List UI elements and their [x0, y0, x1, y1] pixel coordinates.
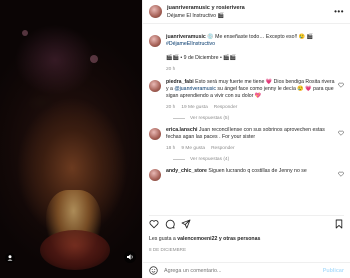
hashtag-link[interactable]: #DéjameElInstructivo [166, 41, 215, 47]
speaker-icon[interactable] [124, 251, 136, 263]
reel-video[interactable] [0, 0, 142, 278]
comment-username[interactable]: andy_chic_store [166, 168, 207, 174]
likes-summary: Les gusta a valencemoeni22 y otras perso… [149, 236, 260, 242]
bookmark-icon[interactable] [334, 219, 344, 229]
heart-icon[interactable] [338, 171, 344, 177]
divider [173, 159, 185, 160]
list-item: piedra_fabi Esto será muy fuerte me tien… [149, 79, 344, 111]
audio-subtitle[interactable]: Déjame El Instructivo 🎬 [167, 12, 245, 20]
post-button[interactable]: Publicar [323, 268, 344, 274]
caption-text: 💿 Me enseñaste todo… Excepto eso!! 😢 🎬 [207, 34, 314, 40]
post-actions [149, 215, 344, 229]
caption: juanriveramusic 💿 Me enseñaste todo… Exc… [149, 34, 344, 73]
list-item: erica.lanschi Juan reconcilíense con sus… [149, 127, 344, 152]
avatar[interactable] [149, 169, 161, 181]
mention-link[interactable]: @juanriveramusic [174, 86, 216, 92]
like-count[interactable]: 19 Me gusta [181, 104, 207, 111]
post-modal: juanriveramusic y rosierivera Déjame El … [0, 0, 350, 278]
heart-icon[interactable] [338, 82, 344, 88]
reply-button[interactable]: Responder [211, 145, 234, 152]
post-authors[interactable]: juanriveramusic y rosierivera [167, 4, 245, 12]
heart-icon[interactable] [149, 219, 159, 229]
video-detail [40, 230, 110, 270]
share-icon[interactable] [181, 219, 191, 229]
liker-username[interactable]: valencemoeni22 [177, 236, 217, 242]
comment-username[interactable]: piedra_fabi [166, 79, 194, 85]
more-options-icon[interactable]: ••• [334, 7, 344, 16]
bokeh-light [90, 55, 98, 63]
divider [173, 118, 185, 119]
view-replies-label: Ver respuestas (5) [190, 116, 230, 121]
avatar[interactable] [149, 128, 161, 140]
view-replies-button[interactable]: Ver respuestas (5) [173, 116, 344, 121]
avatar[interactable] [149, 5, 162, 18]
post-date: 8 DE DICIEMBRE [149, 247, 187, 252]
post-details-panel: juanriveramusic y rosierivera Déjame El … [142, 0, 350, 278]
list-item: andy_chic_store Siguen lucrando q costil… [149, 168, 344, 181]
comment-text: Siguen lucrando q costillas de Jenny no … [208, 168, 307, 174]
comment-time: 20 h [166, 67, 176, 72]
comments-list: juanriveramusic 💿 Me enseñaste todo… Exc… [143, 28, 350, 210]
reply-button[interactable]: Responder [214, 104, 237, 111]
comment-icon[interactable] [165, 219, 175, 229]
likes-others[interactable]: y otras personas [219, 236, 261, 242]
emoji-icon[interactable] [149, 266, 158, 275]
add-comment-bar: Publicar [143, 262, 350, 278]
view-replies-label: Ver respuestas (4) [190, 157, 230, 162]
avatar[interactable] [149, 80, 161, 92]
video-detail [28, 95, 54, 111]
tagged-user-icon[interactable] [5, 253, 15, 263]
avatar[interactable] [149, 35, 161, 47]
comment-username[interactable]: erica.lanschi [166, 127, 197, 133]
comment-input[interactable] [164, 267, 314, 274]
view-replies-button[interactable]: Ver respuestas (4) [173, 157, 344, 162]
comment-time: 20 h [166, 105, 176, 110]
like-count[interactable]: 9 Me gusta [181, 145, 205, 152]
heart-icon[interactable] [338, 130, 344, 136]
likes-prefix: Les gusta a [149, 236, 176, 242]
post-header: juanriveramusic y rosierivera Déjame El … [143, 0, 350, 24]
caption-footer: 🎬🎬 • 9 de Diciembre • 🎬🎬 [166, 55, 237, 61]
comment-time: 18 h [166, 146, 176, 151]
comment-username[interactable]: juanriveramusic [166, 34, 206, 40]
bokeh-light [22, 30, 28, 36]
